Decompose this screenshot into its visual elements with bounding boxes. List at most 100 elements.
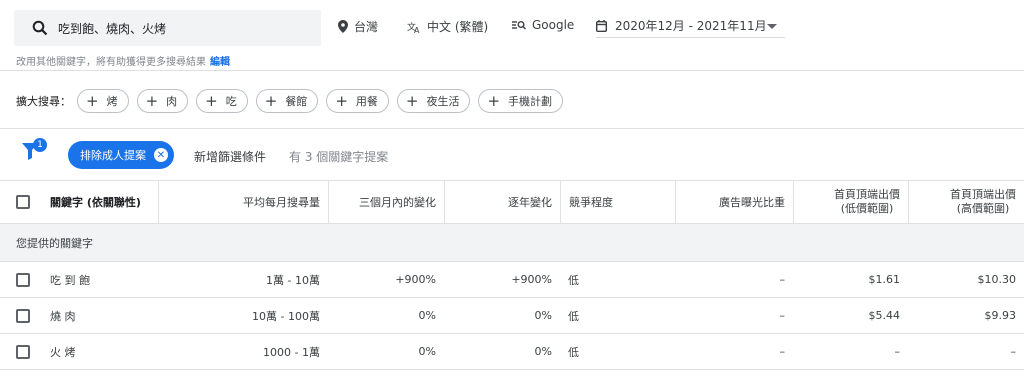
add-filter-button[interactable]: 新增篩選條件 (194, 148, 266, 165)
bid-high-cell: $10.30 (977, 273, 1017, 286)
chip-label: 烤 (106, 95, 118, 108)
table-header: 關鍵字 (依關聯性) 平均每月搜尋量 三個月內的變化 逐年變化 競爭程度 廣告曝… (0, 180, 1024, 224)
bid-low-title: 首頁頂端出價 (834, 188, 900, 201)
broaden-chip[interactable]: + 吃 (196, 89, 248, 113)
row-checkbox[interactable] (16, 272, 30, 287)
column-header-yoy[interactable]: 逐年變化 (444, 181, 560, 223)
plus-icon: + (264, 91, 278, 110)
divider (0, 70, 1024, 71)
network-label: Google (532, 18, 575, 32)
table-row: 燒 肉 10萬 - 100萬 0% 0% 低 – $5.44 $9.93 (0, 298, 1024, 334)
filter-chip-label: 排除成人提案 (80, 149, 146, 162)
broaden-chip[interactable]: + 手機計劃 (478, 89, 564, 113)
network-search-icon (512, 21, 526, 30)
row-checkbox[interactable] (16, 344, 30, 359)
language-label: 中文 (繁體) (427, 20, 489, 34)
row-checkbox[interactable] (16, 308, 30, 323)
chip-label: 手機計劃 (508, 95, 553, 108)
chip-label: 餐館 (285, 95, 308, 108)
row-checkbox-cell[interactable] (16, 334, 36, 369)
yoy-cell: 0% (534, 309, 552, 322)
keyword-group-row: 您提供的關鍵字 (0, 224, 1024, 262)
chip-label: 肉 (166, 95, 178, 108)
yoy-cell: 0% (534, 345, 552, 358)
volume-cell: 1萬 - 10萬 (266, 273, 320, 287)
impression-share-cell: – (779, 309, 786, 322)
broaden-chip[interactable]: + 夜生活 (396, 89, 471, 113)
bid-low-cell: $1.61 (868, 273, 901, 286)
date-range-selector[interactable]: 2020年12月 - 2021年11月 (596, 14, 785, 38)
row-checkbox-cell[interactable] (16, 262, 36, 297)
location-label: 台灣 (354, 20, 379, 34)
group-label: 您提供的關鍵字 (16, 236, 93, 250)
broaden-search-bar: 擴大搜尋： + 烤 + 肉 + 吃 + 餐館 + 用餐 + 夜生活 + 手機計劃 (16, 88, 571, 114)
chip-label: 夜生活 (426, 95, 460, 108)
column-header-volume[interactable]: 平均每月搜尋量 (158, 181, 328, 223)
volume-cell: 10萬 - 100萬 (252, 309, 320, 323)
close-icon[interactable]: ✕ (154, 148, 168, 162)
select-all-checkbox[interactable] (16, 195, 30, 209)
broaden-chip[interactable]: + 烤 (77, 89, 129, 113)
svg-text:A: A (414, 26, 420, 33)
three-month-cell: 0% (418, 309, 436, 322)
plus-icon: + (487, 91, 501, 110)
divider (0, 128, 1024, 129)
result-count: 有 3 個關鍵字提案 (289, 150, 389, 164)
three-month-cell: +900% (395, 273, 436, 286)
row-checkbox-cell[interactable] (16, 298, 36, 333)
keyword-cell: 燒 肉 (50, 309, 76, 323)
calendar-icon (596, 19, 607, 32)
filter-count-badge: 1 (33, 138, 47, 152)
plus-icon: + (405, 91, 419, 110)
plus-icon: + (335, 91, 348, 110)
network-selector[interactable]: Google (512, 18, 574, 32)
search-settings-bar: 吃到飽、燒肉、火烤 台灣 文A 中文 (繁體) Google 2020年12月 … (0, 0, 1024, 70)
table-row: 火 烤 1000 - 1萬 0% 0% 低 – – – (0, 334, 1024, 370)
volume-cell: 1000 - 1萬 (263, 345, 320, 359)
bid-low-cell: $5.44 (868, 309, 901, 322)
bid-high-subtitle: (高價範圍) (956, 202, 1010, 215)
search-icon (32, 20, 48, 36)
language-selector[interactable]: 文A 中文 (繁體) (407, 18, 488, 35)
broaden-chip[interactable]: + 餐館 (255, 89, 319, 113)
location-pin-icon (338, 20, 348, 33)
competition-cell: 低 (568, 309, 579, 323)
column-header-bid-low[interactable]: 首頁頂端出價 (低價範圍) (793, 181, 908, 223)
column-header-impression-share[interactable]: 廣告曝光比重 (675, 181, 793, 223)
keyword-search-input[interactable]: 吃到飽、燒肉、火烤 (14, 10, 321, 46)
dropdown-caret-icon (767, 24, 777, 29)
plus-icon: + (205, 91, 218, 110)
plus-icon: + (86, 91, 99, 110)
column-header-bid-high[interactable]: 首頁頂端出價 (高價範圍) (908, 181, 1024, 223)
column-header-three-month[interactable]: 三個月內的變化 (328, 181, 444, 223)
translate-icon: 文A (407, 21, 420, 33)
select-all-checkbox-cell[interactable] (16, 181, 36, 223)
search-hint: 改用其他關鍵字，將有助獲得更多搜尋結果 編輯 (16, 53, 230, 68)
bid-high-cell: – (1010, 345, 1017, 358)
keyword-cell: 吃 到 飽 (50, 273, 90, 287)
location-selector[interactable]: 台灣 (338, 18, 378, 35)
plus-icon: + (145, 91, 159, 110)
chip-label: 用餐 (355, 95, 378, 108)
search-query-text: 吃到飽、燒肉、火烤 (58, 21, 167, 36)
three-month-cell: 0% (418, 345, 436, 358)
search-hint-text: 改用其他關鍵字，將有助獲得更多搜尋結果 (16, 57, 206, 68)
column-header-competition[interactable]: 競爭程度 (560, 181, 675, 223)
chip-label: 吃 (225, 95, 237, 108)
bid-low-cell: – (894, 345, 901, 358)
keyword-cell: 火 烤 (50, 345, 76, 359)
edit-link[interactable]: 編輯 (210, 57, 230, 68)
column-header-keyword[interactable]: 關鍵字 (依關聯性) (50, 181, 158, 223)
date-range-label: 2020年12月 - 2021年11月 (615, 19, 767, 33)
bid-high-title: 首頁頂端出價 (950, 188, 1016, 201)
impression-share-cell: – (779, 345, 786, 358)
bid-low-subtitle: (低價範圍) (840, 202, 894, 215)
yoy-cell: +900% (511, 273, 552, 286)
table-row: 吃 到 飽 1萬 - 10萬 +900% +900% 低 – $1.61 $10… (0, 262, 1024, 298)
bid-high-cell: $9.93 (984, 309, 1017, 322)
broaden-chip[interactable]: + 肉 (136, 89, 189, 113)
competition-cell: 低 (568, 273, 579, 287)
exclude-adult-filter-chip[interactable]: 排除成人提案 ✕ (68, 141, 174, 169)
broaden-search-label: 擴大搜尋： (16, 95, 71, 108)
broaden-chip[interactable]: + 用餐 (326, 89, 389, 113)
